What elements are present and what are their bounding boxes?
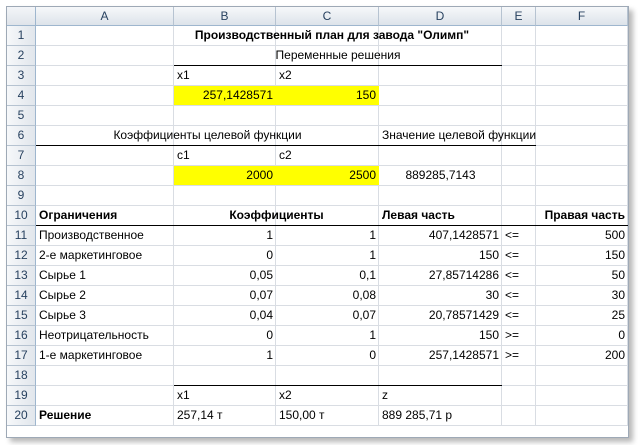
row-header-20[interactable]: 20 xyxy=(7,406,36,426)
constraint-lhs-cell[interactable]: 150 xyxy=(379,246,502,265)
objective-value-header[interactable]: Значение целевой функции xyxy=(379,126,536,145)
constraint-operator-cell[interactable]: >= xyxy=(502,326,536,345)
column-header-e[interactable]: E xyxy=(502,7,536,26)
constraint-rhs-cell[interactable]: 30 xyxy=(536,286,628,305)
constraint-coef-x1-cell[interactable]: 0,07 xyxy=(174,286,276,305)
constraint-coef-x2-cell[interactable]: 1 xyxy=(276,246,379,265)
constraint-lhs-cell[interactable]: 27,85714286 xyxy=(379,266,502,285)
constraint-name-cell[interactable]: 2-е маркетинговое xyxy=(36,246,174,265)
row-header-8[interactable]: 8 xyxy=(7,166,36,186)
constraint-coef-x2-cell[interactable]: 0,08 xyxy=(276,286,379,305)
row-header-19[interactable]: 19 xyxy=(7,386,36,406)
constraint-operator-cell[interactable]: <= xyxy=(502,306,536,325)
constraint-coef-x1-cell[interactable]: 0 xyxy=(174,246,276,265)
constraint-coef-x1-cell[interactable]: 0 xyxy=(174,326,276,345)
constraint-operator-cell[interactable]: <= xyxy=(502,266,536,285)
row-header-9[interactable]: 9 xyxy=(7,186,36,206)
objective-coefficients-header[interactable]: Коэффициенты целевой функции xyxy=(36,126,379,145)
constraint-name-cell[interactable]: Сырье 2 xyxy=(36,286,174,305)
constraint-operator-cell[interactable]: <= xyxy=(502,286,536,305)
x2-value-cell[interactable]: 150 xyxy=(276,86,379,105)
constraint-coef-x2-cell[interactable]: 0,07 xyxy=(276,306,379,325)
constraints-header[interactable]: Ограничения xyxy=(36,206,174,225)
row-header-7[interactable]: 7 xyxy=(7,146,36,166)
column-header-d[interactable]: D xyxy=(379,7,502,26)
solution-x2-label[interactable]: x2 xyxy=(276,386,379,405)
constraint-lhs-cell[interactable]: 407,1428571 xyxy=(379,226,502,245)
constraint-rhs-cell[interactable]: 150 xyxy=(536,246,628,265)
decision-variables-header[interactable]: Переменные решения xyxy=(174,46,502,65)
lhs-header[interactable]: Левая часть xyxy=(379,206,502,225)
column-header-c[interactable]: C xyxy=(276,7,379,26)
row-header-17[interactable]: 17 xyxy=(7,346,36,366)
constraint-lhs-cell[interactable]: 20,78571429 xyxy=(379,306,502,325)
row-header-3[interactable]: 3 xyxy=(7,66,36,86)
row-header-2[interactable]: 2 xyxy=(7,46,36,66)
row-header-10[interactable]: 10 xyxy=(7,206,36,226)
constraint-coef-x1-cell[interactable]: 1 xyxy=(174,226,276,245)
solution-z-cell[interactable]: 889 285,71 р xyxy=(379,406,502,425)
solution-label[interactable]: Решение xyxy=(36,406,174,425)
row-header-11[interactable]: 11 xyxy=(7,226,36,246)
constraint-coef-x2-cell[interactable]: 1 xyxy=(276,326,379,345)
constraint-name-cell[interactable]: 1-е маркетинговое xyxy=(36,346,174,365)
constraint-rhs-cell[interactable]: 200 xyxy=(536,346,628,365)
constraint-coef-x1-cell[interactable]: 0,04 xyxy=(174,306,276,325)
row-header-15[interactable]: 15 xyxy=(7,306,36,326)
row-header-12[interactable]: 12 xyxy=(7,246,36,266)
constraint-rhs-cell[interactable]: 500 xyxy=(536,226,628,245)
row-header-13[interactable]: 13 xyxy=(7,266,36,286)
solution-x1-cell[interactable]: 257,14 т xyxy=(174,406,276,425)
x2-label[interactable]: x2 xyxy=(276,66,379,85)
constraint-lhs-cell[interactable]: 257,1428571 xyxy=(379,346,502,365)
constraint-operator-cell[interactable]: <= xyxy=(502,246,536,265)
row-header-18[interactable]: 18 xyxy=(7,366,36,386)
constraint-rhs-cell[interactable]: 0 xyxy=(536,326,628,345)
constraint-lhs-cell[interactable]: 30 xyxy=(379,286,502,305)
constraint-rhs-cell[interactable]: 25 xyxy=(536,306,628,325)
constraint-coef-x1-cell[interactable]: 0,05 xyxy=(174,266,276,285)
row-header-16[interactable]: 16 xyxy=(7,326,36,346)
constraint-name-cell[interactable]: Сырье 1 xyxy=(36,266,174,285)
solution-x2-cell[interactable]: 150,00 т xyxy=(276,406,379,425)
constraint-operator-cell[interactable]: >= xyxy=(502,346,536,365)
c2-value-cell[interactable]: 2500 xyxy=(276,166,379,185)
c1-label[interactable]: c1 xyxy=(174,146,276,165)
constraint-coef-x1-cell[interactable]: 1 xyxy=(174,346,276,365)
column-header-f[interactable]: F xyxy=(536,7,628,26)
constraint-name-cell[interactable]: Сырье 3 xyxy=(36,306,174,325)
column-header-a[interactable]: A xyxy=(36,7,174,26)
constraint-name-cell[interactable]: Производственное xyxy=(36,226,174,245)
c2-label[interactable]: c2 xyxy=(276,146,379,165)
row-header-4[interactable]: 4 xyxy=(7,86,36,106)
row-header-14[interactable]: 14 xyxy=(7,286,36,306)
x1-value-cell[interactable]: 257,1428571 xyxy=(174,86,276,105)
constraint-coef-x2-cell[interactable]: 0 xyxy=(276,346,379,365)
column-header-b[interactable]: B xyxy=(174,7,276,26)
spreadsheet: ABCDEF 1 2 3 4 5 6 7 8 9 10 11 12 13 14 15 16 17 18 19 20 П… xyxy=(6,6,629,438)
constraint-coef-x2-cell[interactable]: 1 xyxy=(276,226,379,245)
c1-value-cell[interactable]: 2000 xyxy=(174,166,276,185)
sheet-title[interactable]: Производственный план для завода "Олимп" xyxy=(36,26,628,45)
constraint-operator-cell[interactable]: <= xyxy=(502,226,536,245)
constraint-name-cell[interactable]: Неотрицательность xyxy=(36,326,174,345)
rhs-header[interactable]: Правая часть xyxy=(536,206,628,225)
solution-z-label[interactable]: z xyxy=(379,386,502,405)
constraint-coef-x2-cell[interactable]: 0,1 xyxy=(276,266,379,285)
solution-x1-label[interactable]: x1 xyxy=(174,386,276,405)
coefficients-header[interactable]: Коэффициенты xyxy=(174,206,379,225)
row-header-6[interactable]: 6 xyxy=(7,126,36,146)
objective-header-underline xyxy=(379,145,536,146)
row-header-5[interactable]: 5 xyxy=(7,106,36,126)
row-header-1[interactable]: 1 xyxy=(7,26,36,46)
select-all-corner[interactable] xyxy=(7,7,36,26)
constraint-lhs-cell[interactable]: 150 xyxy=(379,326,502,345)
constraint-rhs-cell[interactable]: 50 xyxy=(536,266,628,285)
objective-value-cell[interactable]: 889285,7143 xyxy=(379,166,502,185)
x1-label[interactable]: x1 xyxy=(174,66,276,85)
